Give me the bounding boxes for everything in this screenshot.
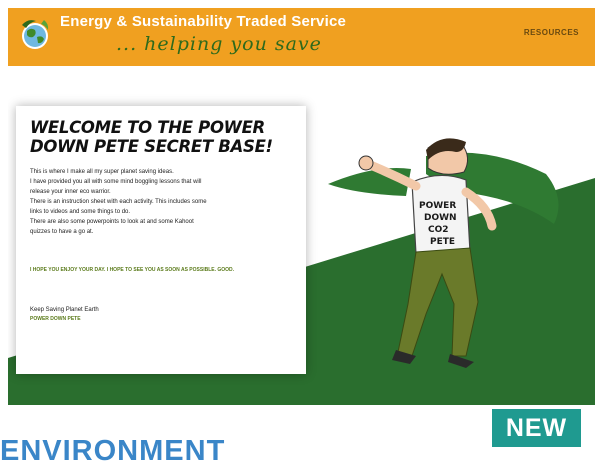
welcome-line: There are also some powerpoints to look … bbox=[30, 219, 194, 225]
welcome-note: I HOPE YOU ENJOY YOUR DAY. I HOPE TO SEE… bbox=[30, 267, 235, 273]
site-header: Energy & Sustainability Traded Service .… bbox=[8, 8, 595, 66]
welcome-line: links to videos and some things to do. bbox=[30, 209, 131, 215]
shirt-text-line: POWER bbox=[419, 201, 456, 211]
signoff-text: Keep Saving Planet Earth bbox=[30, 307, 99, 313]
welcome-line: This is where I make all my super planet… bbox=[30, 169, 174, 175]
welcome-panel: WELCOME TO THE POWER DOWN PETE SECRET BA… bbox=[16, 106, 306, 374]
welcome-line: There is an instruction sheet with each … bbox=[30, 199, 207, 205]
welcome-line: quizzes to have a go at. bbox=[30, 229, 94, 235]
new-badge: NEW bbox=[492, 409, 581, 447]
signature-text: POWER DOWN PETE bbox=[30, 316, 81, 322]
power-down-pete-illustration: POWER DOWN CO2 PETE bbox=[328, 138, 559, 368]
shirt-text-line: PETE bbox=[430, 237, 455, 247]
welcome-text: This is where I make all my super planet… bbox=[30, 167, 294, 237]
shirt-text-line: DOWN bbox=[424, 213, 457, 223]
welcome-line: I have provided you all with some mind b… bbox=[30, 179, 202, 185]
brand-tagline: ... helping you save bbox=[116, 33, 322, 55]
website-screenshot: Energy & Sustainability Traded Service .… bbox=[8, 8, 595, 405]
welcome-line: release your inner eco warrior. bbox=[30, 189, 111, 195]
section-heading: ENVIRONMENT bbox=[0, 435, 226, 467]
shirt-text-line: CO2 bbox=[428, 225, 449, 235]
nav-link-resources[interactable]: RESOURCES bbox=[524, 28, 579, 37]
globe-logo-icon[interactable] bbox=[18, 16, 52, 54]
brand-title: Energy & Sustainability Traded Service bbox=[60, 13, 347, 30]
welcome-heading: WELCOME TO THE POWER DOWN PETE SECRET BA… bbox=[30, 118, 273, 156]
